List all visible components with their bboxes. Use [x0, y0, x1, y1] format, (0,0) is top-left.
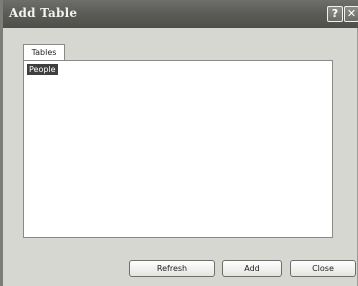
- tables-list[interactable]: People: [23, 60, 333, 238]
- tab-tables[interactable]: Tables: [23, 44, 65, 61]
- list-item-people[interactable]: People: [27, 64, 58, 75]
- close-button[interactable]: Close: [290, 260, 356, 277]
- help-icon[interactable]: ?: [327, 6, 343, 22]
- add-button[interactable]: Add: [222, 260, 282, 277]
- add-table-dialog: Add Table ? ✕ Tables People Refresh Add …: [0, 0, 358, 286]
- title-bar[interactable]: Add Table ? ✕: [3, 0, 358, 28]
- close-icon[interactable]: ✕: [344, 6, 358, 22]
- refresh-button[interactable]: Refresh: [129, 260, 215, 277]
- dialog-title: Add Table: [9, 6, 78, 20]
